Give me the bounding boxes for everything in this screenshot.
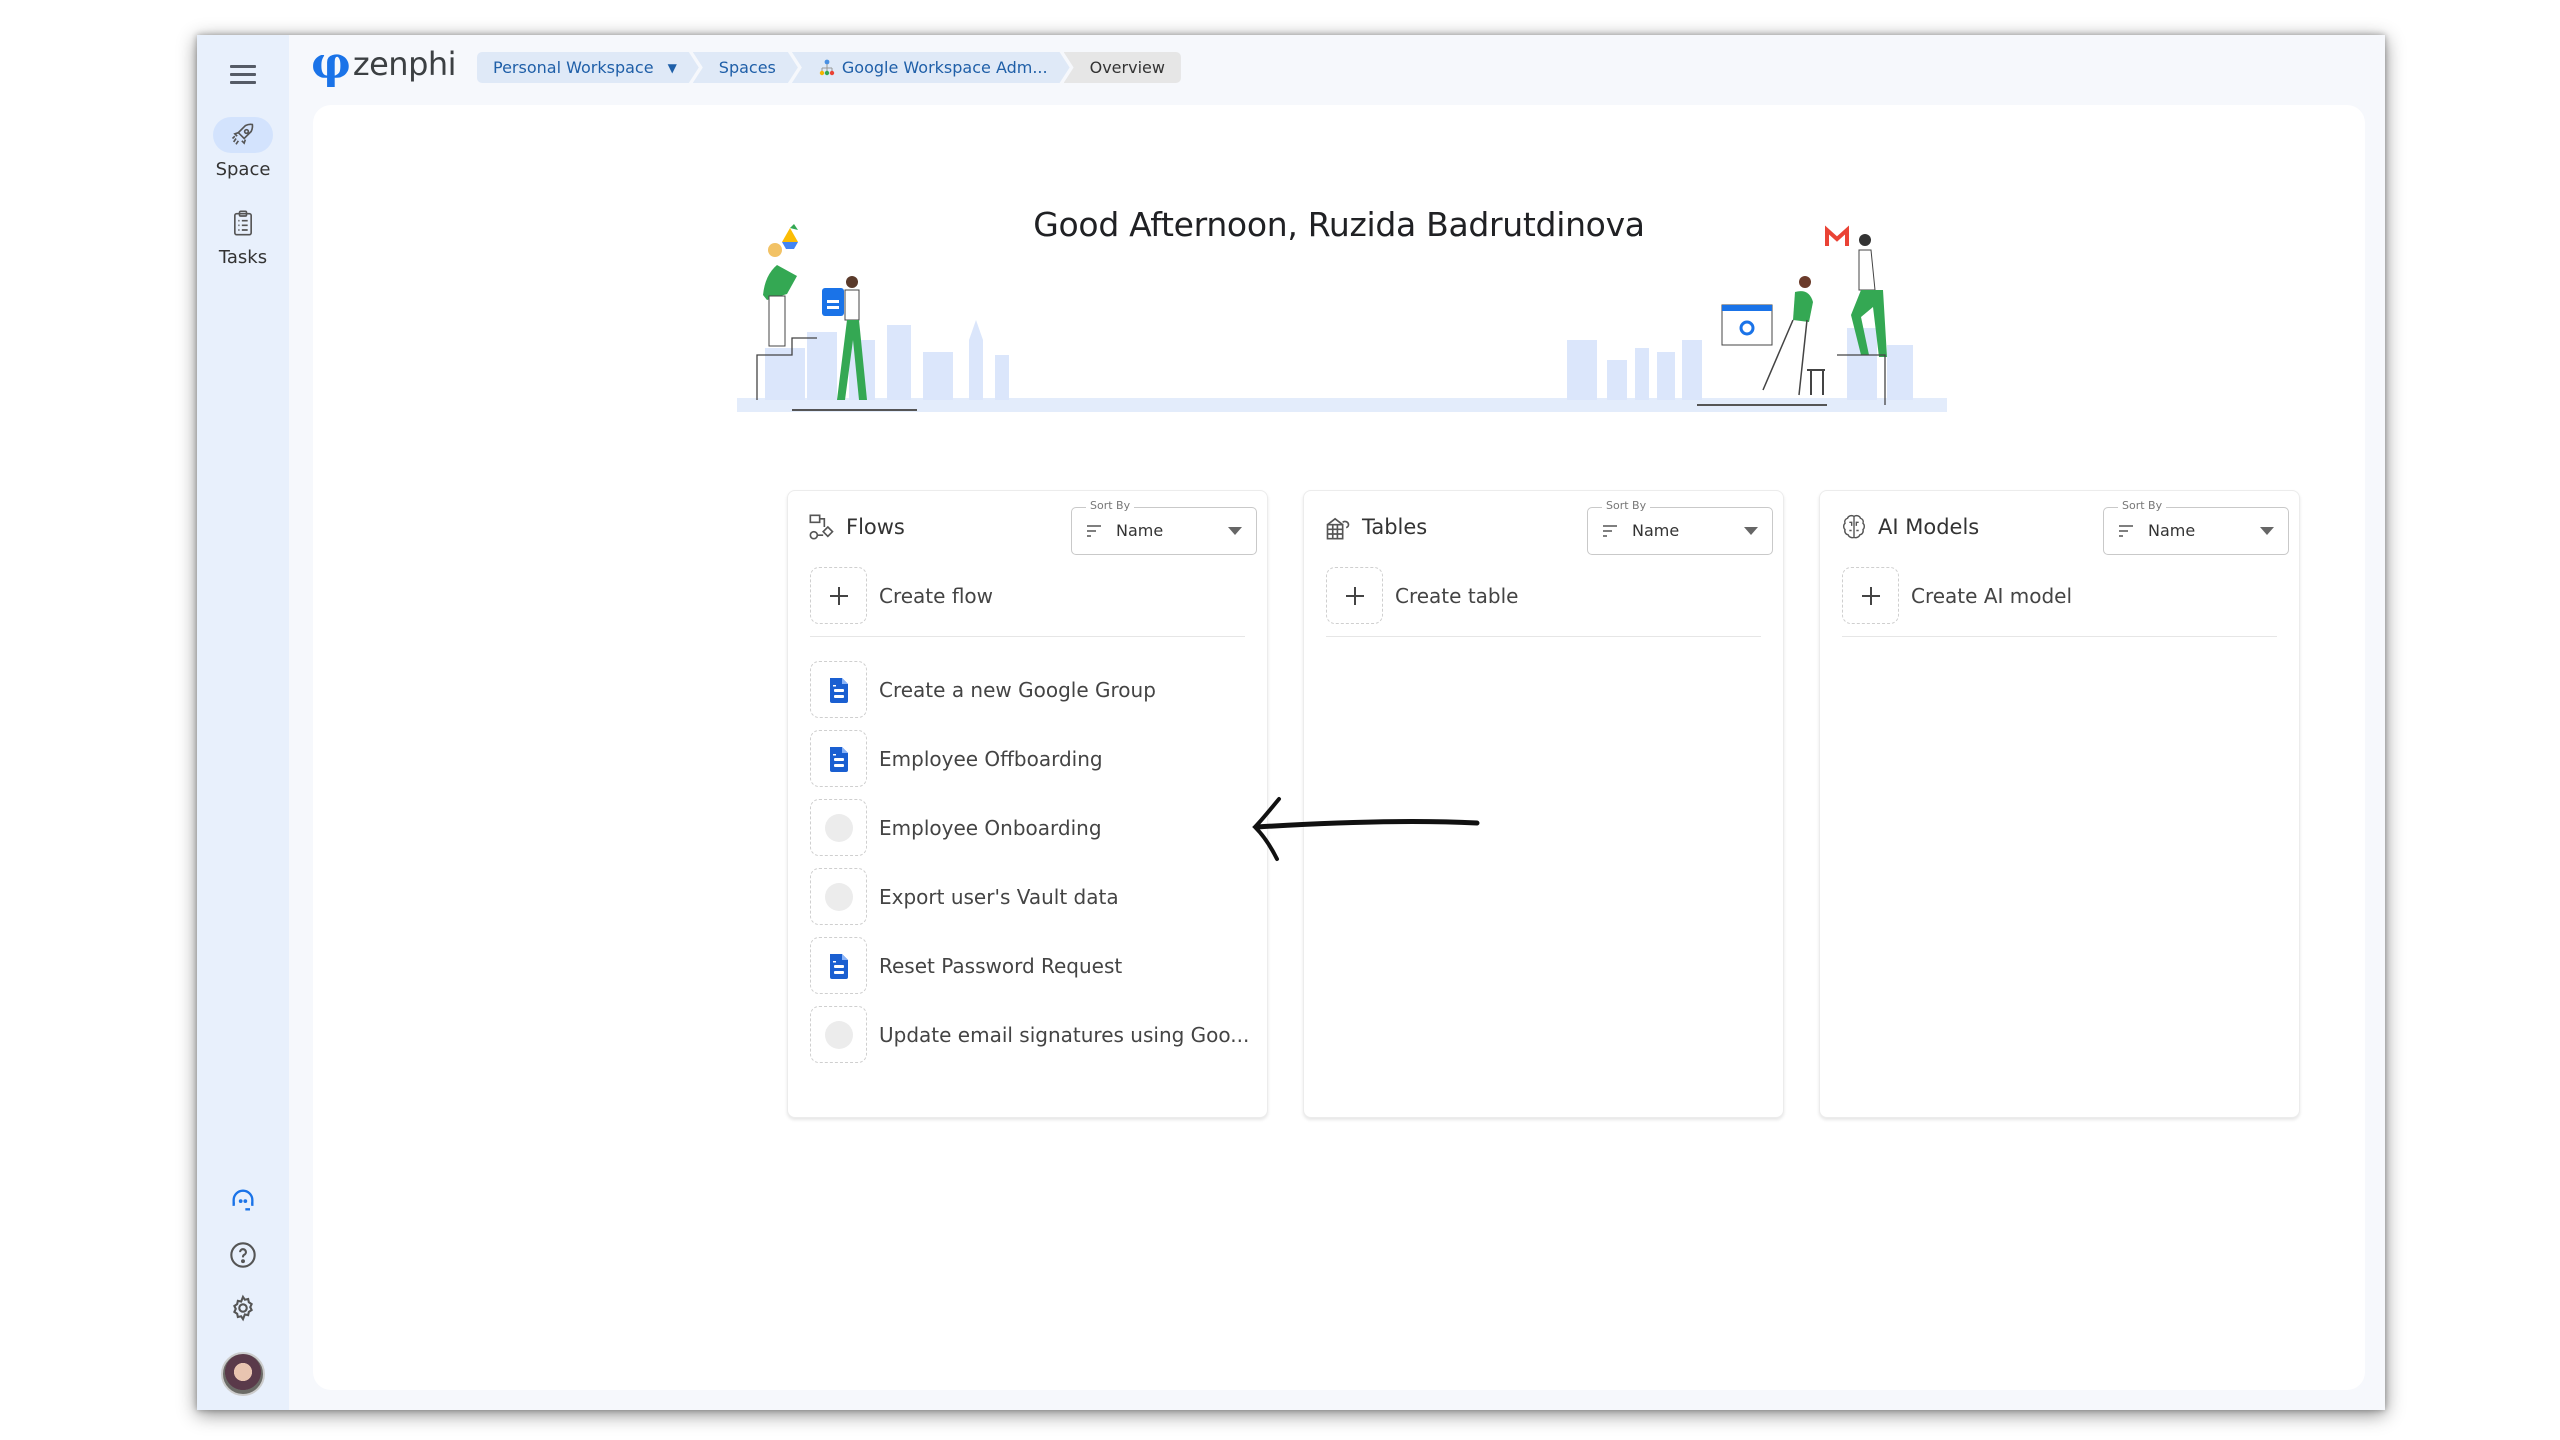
caret-down-icon [1744,527,1758,535]
breadcrumb-space[interactable]: Google Workspace Adm... [792,52,1070,83]
flow-list-item[interactable]: Export user's Vault data [810,868,1249,925]
flow-list-item[interactable]: Reset Password Request [810,937,1249,994]
breadcrumb-label: Spaces [718,58,776,77]
avatar[interactable] [221,1352,265,1396]
caret-down-icon [2260,527,2274,535]
flow-label: Employee Offboarding [879,746,1103,771]
flow-list-item[interactable]: Employee Offboarding [810,730,1249,787]
hamburger-icon[interactable] [230,65,256,85]
sidebar-item-tasks[interactable]: Tasks [197,205,289,268]
main-content: Good Afternoon, Ruzida Badrutdinova Flow… [313,105,2365,1390]
plus-icon [1345,586,1364,605]
caret-down-icon [1228,527,1242,535]
flow-label: Create a new Google Group [879,677,1156,702]
caret-down-icon: ▼ [667,60,677,75]
sort-by-select[interactable]: Sort By Name [1587,499,1773,555]
sort-icon [1087,525,1101,537]
settings-gear-icon[interactable] [228,1293,258,1323]
flow-icon-box [810,868,867,925]
flow-icon-box [810,1006,867,1063]
card-title: AI Models [1878,515,1980,539]
logo-text: zenphi [352,45,457,83]
flow-icon-box [810,799,867,856]
sort-legend: Sort By [1086,499,1135,512]
create-table-button[interactable]: Create table [1326,567,1518,624]
breadcrumb-label: Overview [1089,58,1165,77]
card-title: Tables [1362,515,1428,539]
divider [1326,636,1761,637]
breadcrumb-overview[interactable]: Overview [1063,52,1181,83]
sort-icon [2119,525,2133,537]
top-bar: φ zenphi Personal Workspace ▼ Spaces Goo… [289,35,2385,105]
flow-label: Update email signatures using Goo... [879,1022,1250,1047]
sidebar: Space Tasks [197,35,289,1410]
flow-label: Export user's Vault data [879,884,1119,909]
create-label: Create AI model [1911,583,2073,608]
sort-value: Name [1632,521,1680,540]
create-flow-button[interactable]: Create flow [810,567,993,624]
flow-label: Reset Password Request [879,953,1123,978]
hero-illustration [737,224,1947,412]
flow-icon-box [810,661,867,718]
flow-icon [809,514,834,540]
clipboard-icon [234,210,252,236]
flow-list-item[interactable]: Employee Onboarding [810,799,1249,856]
plus-icon [1861,586,1880,605]
breadcrumb-label: Personal Workspace [493,58,654,77]
help-icon[interactable] [228,1240,258,1270]
sidebar-item-space[interactable]: Space [197,117,289,180]
create-label: Create flow [879,583,994,608]
sort-by-select[interactable]: Sort By Name [2103,499,2289,555]
brain-icon [1843,514,1865,539]
divider [1842,636,2277,637]
create-label: Create table [1395,583,1519,608]
table-icon [1326,517,1350,540]
sort-legend: Sort By [2118,499,2167,512]
flow-list-item[interactable]: Create a new Google Group [810,661,1249,718]
sort-legend: Sort By [1602,499,1651,512]
placeholder-icon [824,882,853,911]
ai-models-card: AI Models Sort By Name Create AI model [1819,490,2300,1118]
annotation-arrow-icon [1252,797,1480,861]
rocket-icon [231,123,254,145]
sidebar-item-label: Space [215,159,271,180]
breadcrumb-spaces[interactable]: Spaces [693,52,798,83]
card-title: Flows [846,515,905,539]
zenphi-logo[interactable]: φ zenphi [311,38,457,89]
google-forms-icon [828,952,850,980]
google-forms-icon [828,745,850,773]
breadcrumb-label: Google Workspace Adm... [841,58,1048,77]
support-headset-icon[interactable] [228,1185,258,1215]
sort-icon [1603,525,1617,537]
flow-icon-box [810,937,867,994]
flow-list-item[interactable]: Update email signatures using Goo... [810,1006,1249,1063]
plus-icon [829,586,848,605]
breadcrumb: Personal Workspace ▼ Spaces Google Works… [477,52,1181,83]
divider [810,636,1245,637]
breadcrumb-workspace[interactable]: Personal Workspace ▼ [477,52,699,83]
flow-icon-box [810,730,867,787]
placeholder-icon [824,1020,853,1049]
logo-symbol: φ [311,38,351,89]
app-window: Space Tasks φ zenphi Personal Workspace … [197,35,2385,1410]
sidebar-item-label: Tasks [218,247,268,268]
sort-value: Name [2148,521,2196,540]
flow-list: Create a new Google Group Employee Offboa… [810,661,1249,1075]
flows-card: Flows Sort By Name Create flow Create a … [787,490,1268,1118]
google-forms-icon [828,676,850,704]
create-ai-model-button[interactable]: Create AI model [1842,567,2072,624]
flow-label: Employee Onboarding [879,815,1102,840]
workspace-icon [818,59,836,77]
sort-by-select[interactable]: Sort By Name [1071,499,1257,555]
sort-value: Name [1116,521,1164,540]
placeholder-icon [824,813,853,842]
